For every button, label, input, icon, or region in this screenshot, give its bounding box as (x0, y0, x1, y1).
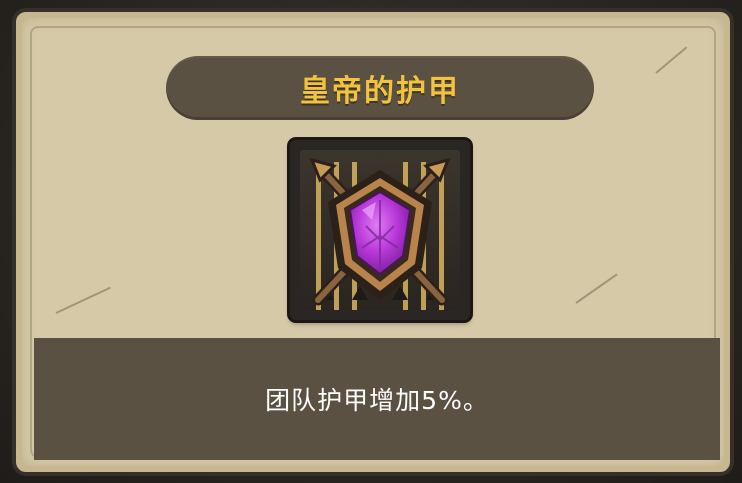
item-icon-frame (290, 140, 470, 320)
item-description: 团队护甲增加5%。 (265, 386, 489, 415)
game-scene: 皇帝的护甲 团队护甲增加5%。 (0, 0, 742, 483)
item-title-banner: 皇帝的护甲 (166, 56, 594, 120)
panel-scratch-decoration (575, 273, 618, 304)
item-tooltip-card: 皇帝的护甲 团队护甲增加5%。 (12, 8, 734, 476)
panel-scratch-decoration (655, 46, 688, 74)
imperial-shield-crossed-spears-icon (300, 150, 460, 310)
item-description-panel: 团队护甲增加5%。 (34, 338, 720, 460)
panel-scratch-decoration (55, 286, 111, 314)
item-title: 皇帝的护甲 (300, 74, 460, 109)
